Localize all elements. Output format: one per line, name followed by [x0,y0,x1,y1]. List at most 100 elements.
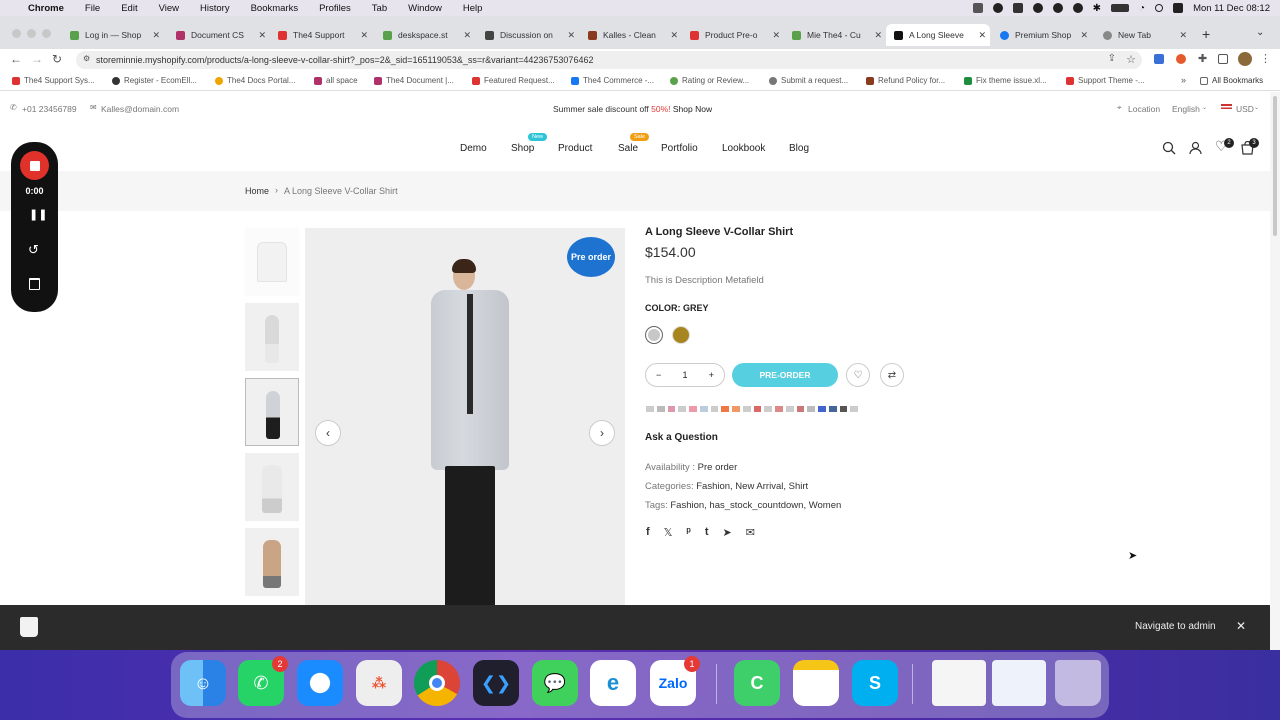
increase-qty-button[interactable]: + [709,370,714,380]
ask-question-link[interactable]: Ask a Question [645,432,718,443]
close-tab-icon[interactable]: ✕ [1080,30,1088,41]
messages-icon[interactable]: 💬 [532,660,578,706]
bookmark-star-icon[interactable]: ☆ [1126,53,1136,66]
language-select[interactable]: English [1172,104,1200,114]
nav-shop[interactable]: Shop New [511,133,548,154]
bookmark-item[interactable]: The4 Commerce -... [571,76,654,85]
product-thumbnail[interactable] [245,303,299,371]
url-bar[interactable]: ⚙ storeminnie.myshopify.com/products/a-l… [76,51,1142,69]
maximize-window-dot[interactable] [42,29,51,38]
whatsapp-icon[interactable]: ✆ 2 [238,656,288,706]
share-icon[interactable]: ⇪ [1108,53,1116,64]
categories-value[interactable]: Fashion, New Arrival, Shirt [696,481,808,492]
finder-icon[interactable]: ☺ [180,660,226,706]
back-icon[interactable]: ← [10,52,22,66]
chrome-menu-icon[interactable]: ⋮ [1260,52,1271,65]
browser-tab[interactable]: Mie The4 - Cu ✕ [784,24,886,46]
extension-icon[interactable] [1176,54,1186,64]
close-tab-icon[interactable]: ✕ [463,30,471,41]
close-tab-icon[interactable]: ✕ [567,30,575,41]
sidepanel-icon[interactable] [1218,54,1228,64]
trash-bin-icon[interactable] [1055,660,1101,706]
close-tab-icon[interactable]: ✕ [1179,30,1187,41]
location-link[interactable]: Location [1128,104,1160,114]
tab-search-icon[interactable]: ⌄ [1256,27,1264,38]
compare-button[interactable]: ⇄ [880,363,904,387]
status-icon[interactable] [1072,3,1083,13]
menu-history[interactable]: History [200,3,230,14]
wifi-icon[interactable]: ◔ [1139,3,1145,14]
nav-demo[interactable]: Demo [460,143,487,154]
menu-profiles[interactable]: Profiles [319,3,351,14]
preorder-button[interactable]: PRE-ORDER [732,363,838,387]
launchpad-icon[interactable]: ⁂ [356,660,402,706]
bookmark-item[interactable]: Register - EcomEll... [112,76,197,85]
profile-avatar[interactable] [1238,52,1252,66]
battery-icon[interactable] [1111,4,1130,12]
status-icon[interactable] [992,3,1003,13]
menu-bookmarks[interactable]: Bookmarks [251,3,299,14]
new-tab-icon[interactable]: + [1202,26,1210,42]
nav-lookbook[interactable]: Lookbook [722,143,765,154]
email-link[interactable]: Kalles@domain.com [101,104,179,114]
browser-tab[interactable]: New Tab ✕ [1095,24,1191,46]
more-bookmarks-icon[interactable]: » [1181,75,1186,85]
close-tab-icon[interactable]: ✕ [258,30,266,41]
account-icon[interactable] [1189,141,1202,155]
status-icon[interactable] [972,3,983,13]
scrollbar-thumb[interactable] [1273,96,1277,236]
browser-tab[interactable]: Document CS ✕ [168,24,270,46]
browser-tab[interactable]: Log in — Shop ✕ [62,24,164,46]
tumblr-icon[interactable]: t [705,526,709,539]
control-center-icon[interactable] [1173,3,1184,13]
browser-tab[interactable]: deskspace.st ✕ [375,24,475,46]
product-thumbnail[interactable] [245,528,299,596]
minimize-window-dot[interactable] [27,29,36,38]
qty-value[interactable]: 1 [682,370,687,380]
breadcrumb-home[interactable]: Home [245,186,269,196]
bookmark-item[interactable]: Rating or Review... [670,76,749,85]
menubar-clock[interactable]: Mon 11 Dec 08:12 [1193,3,1270,14]
menu-edit[interactable]: Edit [121,3,137,14]
minimized-window-thumbnail[interactable] [932,660,986,706]
search-icon[interactable] [1162,141,1176,155]
product-main-image[interactable] [305,228,625,608]
browser-tab[interactable]: Product Pre-o ✕ [682,24,784,46]
bluetooth-icon[interactable]: ✱ [1093,3,1101,14]
telegram-icon[interactable]: ➤ [723,526,732,539]
status-icon[interactable] [1012,3,1023,13]
swatch-grey[interactable] [645,326,663,344]
bookmark-item[interactable]: The4 Support Sys... [12,76,95,85]
stop-record-button[interactable] [20,151,49,180]
wishlist-button[interactable]: ♡ [846,363,870,387]
browser-tab[interactable]: Premium Shop ✕ [992,24,1092,46]
close-tab-icon[interactable]: ✕ [360,30,368,41]
bookmark-item[interactable]: Refund Policy for... [866,76,945,85]
email-share-icon[interactable]: ✉ [746,526,755,539]
shopify-bag-icon[interactable] [20,617,38,637]
extensions-puzzle-icon[interactable]: ✚ [1198,52,1207,65]
decrease-qty-button[interactable]: − [656,370,661,380]
status-icon[interactable] [1052,3,1063,13]
close-tab-icon[interactable]: ✕ [874,30,882,41]
reload-icon[interactable]: ↻ [52,52,62,66]
product-thumbnail-active[interactable] [245,378,299,446]
chrome-icon[interactable] [414,660,460,706]
browser-tab[interactable]: The4 Support ✕ [270,24,372,46]
browser-tab[interactable]: Kalles - Clean ✕ [580,24,682,46]
bookmark-item[interactable]: The4 Docs Portal... [215,76,295,85]
close-icon[interactable]: ✕ [1236,619,1246,633]
shop-now-link[interactable]: Shop Now [673,104,712,114]
bookmark-item[interactable]: Submit a request... [769,76,848,85]
all-bookmarks-folder[interactable]: All Bookmarks [1200,76,1263,85]
next-image-button[interactable]: › [589,420,615,446]
bookmark-item[interactable]: all space [314,76,358,85]
menu-window[interactable]: Window [408,3,442,14]
minimized-window-thumbnail[interactable] [992,660,1046,706]
product-thumbnail[interactable] [245,453,299,521]
edge-icon[interactable]: e [590,660,636,706]
forward-icon[interactable]: → [31,52,43,66]
search-icon[interactable] [1155,4,1164,12]
nav-portfolio[interactable]: Portfolio [661,143,698,154]
close-tab-icon[interactable]: ✕ [152,30,160,41]
